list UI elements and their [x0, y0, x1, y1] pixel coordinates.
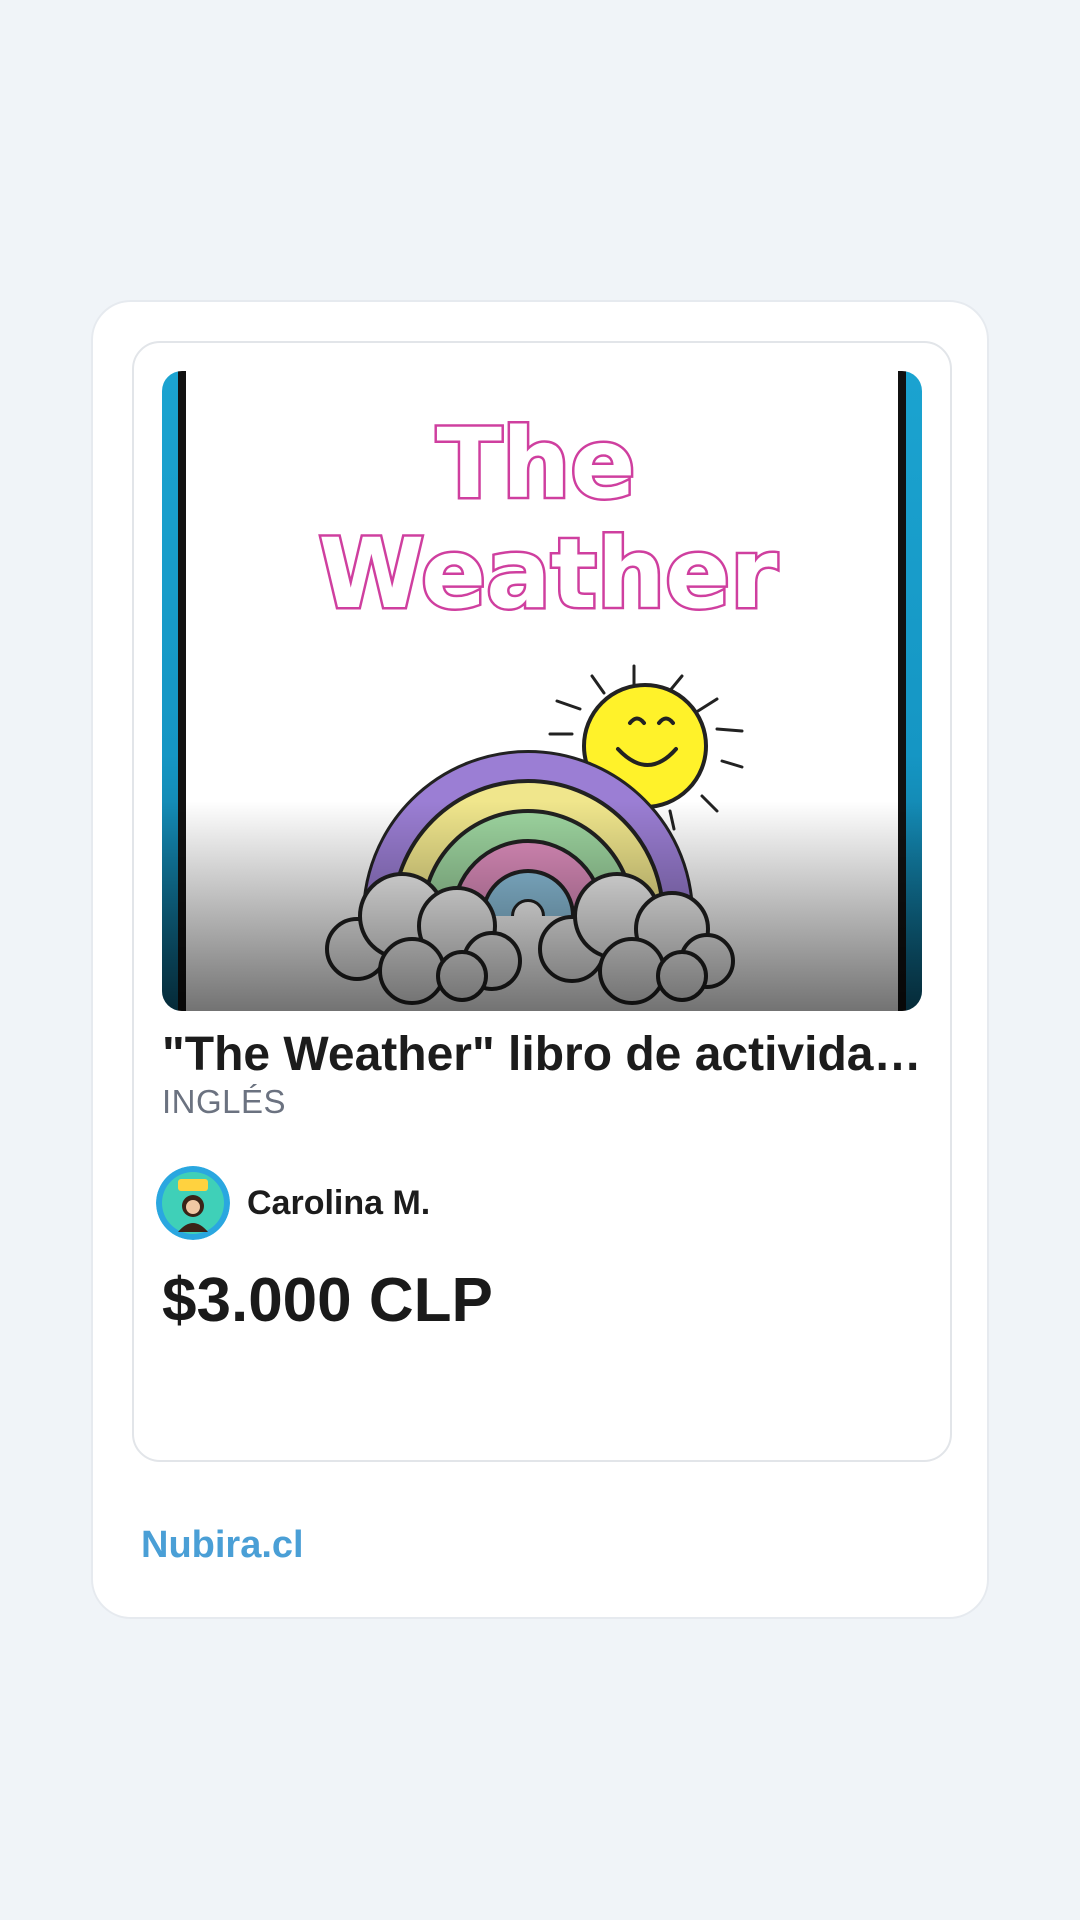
cover-title-line-1: The — [437, 408, 636, 520]
product-price: $3.000 CLP — [162, 1266, 493, 1335]
cover-title-line-2: Weather — [318, 518, 778, 630]
weather-book-cover: The Weather — [162, 371, 922, 1011]
product-category: INGLÉS — [162, 1083, 287, 1120]
product-title[interactable]: "The Weather" libro de actividades — [162, 1025, 924, 1085]
seller-info[interactable]: Carolina M. — [156, 1165, 430, 1241]
product-share-card: The Weather "The Weather" libro de activ… — [91, 300, 989, 1619]
avatar-icon — [156, 1166, 230, 1240]
brand-link[interactable]: Nubira.cl — [141, 1520, 304, 1570]
product-card[interactable]: The Weather "The Weather" libro de activ… — [132, 341, 952, 1462]
seller-avatar[interactable] — [156, 1166, 230, 1240]
seller-name[interactable]: Carolina M. — [247, 1184, 430, 1223]
product-cover-image[interactable]: The Weather — [162, 371, 922, 1011]
